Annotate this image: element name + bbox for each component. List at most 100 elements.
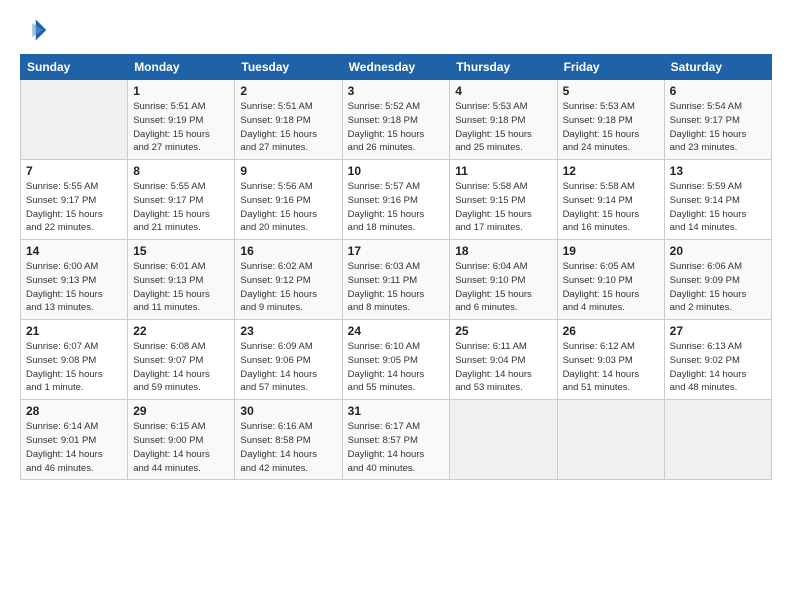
calendar-cell: 21 Sunrise: 6:07 AM Sunset: 9:08 PM Dayli… <box>21 320 128 400</box>
day-number: 17 <box>348 244 445 258</box>
day-info: Sunrise: 6:17 AM Sunset: 8:57 PM Dayligh… <box>348 420 445 475</box>
calendar-cell: 22 Sunrise: 6:08 AM Sunset: 9:07 PM Dayli… <box>128 320 235 400</box>
calendar-cell <box>664 400 771 480</box>
day-info: Sunrise: 6:04 AM Sunset: 9:10 PM Dayligh… <box>455 260 551 315</box>
day-number: 23 <box>240 324 336 338</box>
logo <box>20 16 52 44</box>
calendar-cell: 2 Sunrise: 5:51 AM Sunset: 9:18 PM Daylig… <box>235 80 342 160</box>
calendar-cell: 17 Sunrise: 6:03 AM Sunset: 9:11 PM Dayli… <box>342 240 450 320</box>
day-info: Sunrise: 5:53 AM Sunset: 9:18 PM Dayligh… <box>563 100 659 155</box>
calendar-cell: 26Sunrise: 6:12 AM Sunset: 9:03 PM Dayli… <box>557 320 664 400</box>
day-info: Sunrise: 5:51 AM Sunset: 9:18 PM Dayligh… <box>240 100 336 155</box>
calendar-cell: 7 Sunrise: 5:55 AM Sunset: 9:17 PM Daylig… <box>21 160 128 240</box>
day-number: 8 <box>133 164 229 178</box>
calendar-week-row: 21 Sunrise: 6:07 AM Sunset: 9:08 PM Dayli… <box>21 320 772 400</box>
header <box>20 16 772 44</box>
day-number: 29 <box>133 404 229 418</box>
day-number: 20 <box>670 244 766 258</box>
calendar-cell: 18 Sunrise: 6:04 AM Sunset: 9:10 PM Dayli… <box>450 240 557 320</box>
weekday-header: Tuesday <box>235 55 342 80</box>
calendar-cell: 6 Sunrise: 5:54 AM Sunset: 9:17 PM Daylig… <box>664 80 771 160</box>
calendar-cell: 27 Sunrise: 6:13 AM Sunset: 9:02 PM Dayli… <box>664 320 771 400</box>
day-info: Sunrise: 5:58 AM Sunset: 9:15 PM Dayligh… <box>455 180 551 235</box>
day-number: 22 <box>133 324 229 338</box>
calendar-cell: 13Sunrise: 5:59 AM Sunset: 9:14 PM Dayli… <box>664 160 771 240</box>
day-info: Sunrise: 5:54 AM Sunset: 9:17 PM Dayligh… <box>670 100 766 155</box>
calendar-cell: 14 Sunrise: 6:00 AM Sunset: 9:13 PM Dayli… <box>21 240 128 320</box>
calendar-cell: 8 Sunrise: 5:55 AM Sunset: 9:17 PM Daylig… <box>128 160 235 240</box>
calendar-cell: 15Sunrise: 6:01 AM Sunset: 9:13 PM Dayli… <box>128 240 235 320</box>
day-info: Sunrise: 6:13 AM Sunset: 9:02 PM Dayligh… <box>670 340 766 395</box>
day-info: Sunrise: 5:59 AM Sunset: 9:14 PM Dayligh… <box>670 180 766 235</box>
calendar-cell: 31 Sunrise: 6:17 AM Sunset: 8:57 PM Dayli… <box>342 400 450 480</box>
day-number: 14 <box>26 244 122 258</box>
day-info: Sunrise: 6:07 AM Sunset: 9:08 PM Dayligh… <box>26 340 122 395</box>
day-info: Sunrise: 6:15 AM Sunset: 9:00 PM Dayligh… <box>133 420 229 475</box>
calendar-cell <box>21 80 128 160</box>
day-info: Sunrise: 6:10 AM Sunset: 9:05 PM Dayligh… <box>348 340 445 395</box>
day-info: Sunrise: 5:55 AM Sunset: 9:17 PM Dayligh… <box>26 180 122 235</box>
calendar-cell: 29 Sunrise: 6:15 AM Sunset: 9:00 PM Dayli… <box>128 400 235 480</box>
calendar-cell: 30 Sunrise: 6:16 AM Sunset: 8:58 PM Dayli… <box>235 400 342 480</box>
day-info: Sunrise: 6:01 AM Sunset: 9:13 PM Dayligh… <box>133 260 229 315</box>
day-info: Sunrise: 6:05 AM Sunset: 9:10 PM Dayligh… <box>563 260 659 315</box>
day-number: 28 <box>26 404 122 418</box>
day-number: 21 <box>26 324 122 338</box>
day-info: Sunrise: 6:14 AM Sunset: 9:01 PM Dayligh… <box>26 420 122 475</box>
calendar-cell <box>450 400 557 480</box>
day-number: 10 <box>348 164 445 178</box>
day-number: 2 <box>240 84 336 98</box>
day-info: Sunrise: 6:11 AM Sunset: 9:04 PM Dayligh… <box>455 340 551 395</box>
weekday-header: Wednesday <box>342 55 450 80</box>
day-number: 12 <box>563 164 659 178</box>
day-info: Sunrise: 5:55 AM Sunset: 9:17 PM Dayligh… <box>133 180 229 235</box>
calendar-cell: 1Sunrise: 5:51 AM Sunset: 9:19 PM Daylig… <box>128 80 235 160</box>
day-info: Sunrise: 6:16 AM Sunset: 8:58 PM Dayligh… <box>240 420 336 475</box>
day-number: 11 <box>455 164 551 178</box>
day-info: Sunrise: 6:09 AM Sunset: 9:06 PM Dayligh… <box>240 340 336 395</box>
day-number: 5 <box>563 84 659 98</box>
day-info: Sunrise: 6:06 AM Sunset: 9:09 PM Dayligh… <box>670 260 766 315</box>
calendar-cell: 20 Sunrise: 6:06 AM Sunset: 9:09 PM Dayli… <box>664 240 771 320</box>
calendar-cell: 19 Sunrise: 6:05 AM Sunset: 9:10 PM Dayli… <box>557 240 664 320</box>
day-number: 31 <box>348 404 445 418</box>
weekday-header: Friday <box>557 55 664 80</box>
day-number: 7 <box>26 164 122 178</box>
day-number: 4 <box>455 84 551 98</box>
calendar-cell: 10 Sunrise: 5:57 AM Sunset: 9:16 PM Dayli… <box>342 160 450 240</box>
calendar-cell: 3Sunrise: 5:52 AM Sunset: 9:18 PM Daylig… <box>342 80 450 160</box>
day-number: 26 <box>563 324 659 338</box>
calendar-cell: 4 Sunrise: 5:53 AM Sunset: 9:18 PM Daylig… <box>450 80 557 160</box>
calendar-header: SundayMondayTuesdayWednesdayThursdayFrid… <box>21 55 772 80</box>
day-number: 30 <box>240 404 336 418</box>
calendar-week-row: 1Sunrise: 5:51 AM Sunset: 9:19 PM Daylig… <box>21 80 772 160</box>
calendar-cell <box>557 400 664 480</box>
calendar-cell: 5 Sunrise: 5:53 AM Sunset: 9:18 PM Daylig… <box>557 80 664 160</box>
day-info: Sunrise: 5:57 AM Sunset: 9:16 PM Dayligh… <box>348 180 445 235</box>
calendar-week-row: 14 Sunrise: 6:00 AM Sunset: 9:13 PM Dayli… <box>21 240 772 320</box>
logo-icon <box>20 16 48 44</box>
day-info: Sunrise: 5:58 AM Sunset: 9:14 PM Dayligh… <box>563 180 659 235</box>
day-info: Sunrise: 6:08 AM Sunset: 9:07 PM Dayligh… <box>133 340 229 395</box>
calendar-cell: 11 Sunrise: 5:58 AM Sunset: 9:15 PM Dayli… <box>450 160 557 240</box>
day-number: 9 <box>240 164 336 178</box>
day-number: 16 <box>240 244 336 258</box>
day-number: 3 <box>348 84 445 98</box>
day-info: Sunrise: 5:53 AM Sunset: 9:18 PM Dayligh… <box>455 100 551 155</box>
day-info: Sunrise: 6:03 AM Sunset: 9:11 PM Dayligh… <box>348 260 445 315</box>
calendar-cell: 25Sunrise: 6:11 AM Sunset: 9:04 PM Dayli… <box>450 320 557 400</box>
day-number: 18 <box>455 244 551 258</box>
day-number: 6 <box>670 84 766 98</box>
day-info: Sunrise: 6:00 AM Sunset: 9:13 PM Dayligh… <box>26 260 122 315</box>
day-info: Sunrise: 6:02 AM Sunset: 9:12 PM Dayligh… <box>240 260 336 315</box>
page-container: SundayMondayTuesdayWednesdayThursdayFrid… <box>0 0 792 490</box>
weekday-header: Thursday <box>450 55 557 80</box>
calendar-week-row: 7 Sunrise: 5:55 AM Sunset: 9:17 PM Daylig… <box>21 160 772 240</box>
day-number: 27 <box>670 324 766 338</box>
calendar-cell: 16 Sunrise: 6:02 AM Sunset: 9:12 PM Dayli… <box>235 240 342 320</box>
calendar-cell: 24Sunrise: 6:10 AM Sunset: 9:05 PM Dayli… <box>342 320 450 400</box>
calendar-cell: 28 Sunrise: 6:14 AM Sunset: 9:01 PM Dayli… <box>21 400 128 480</box>
day-number: 19 <box>563 244 659 258</box>
day-number: 1 <box>133 84 229 98</box>
calendar-cell: 9Sunrise: 5:56 AM Sunset: 9:16 PM Daylig… <box>235 160 342 240</box>
